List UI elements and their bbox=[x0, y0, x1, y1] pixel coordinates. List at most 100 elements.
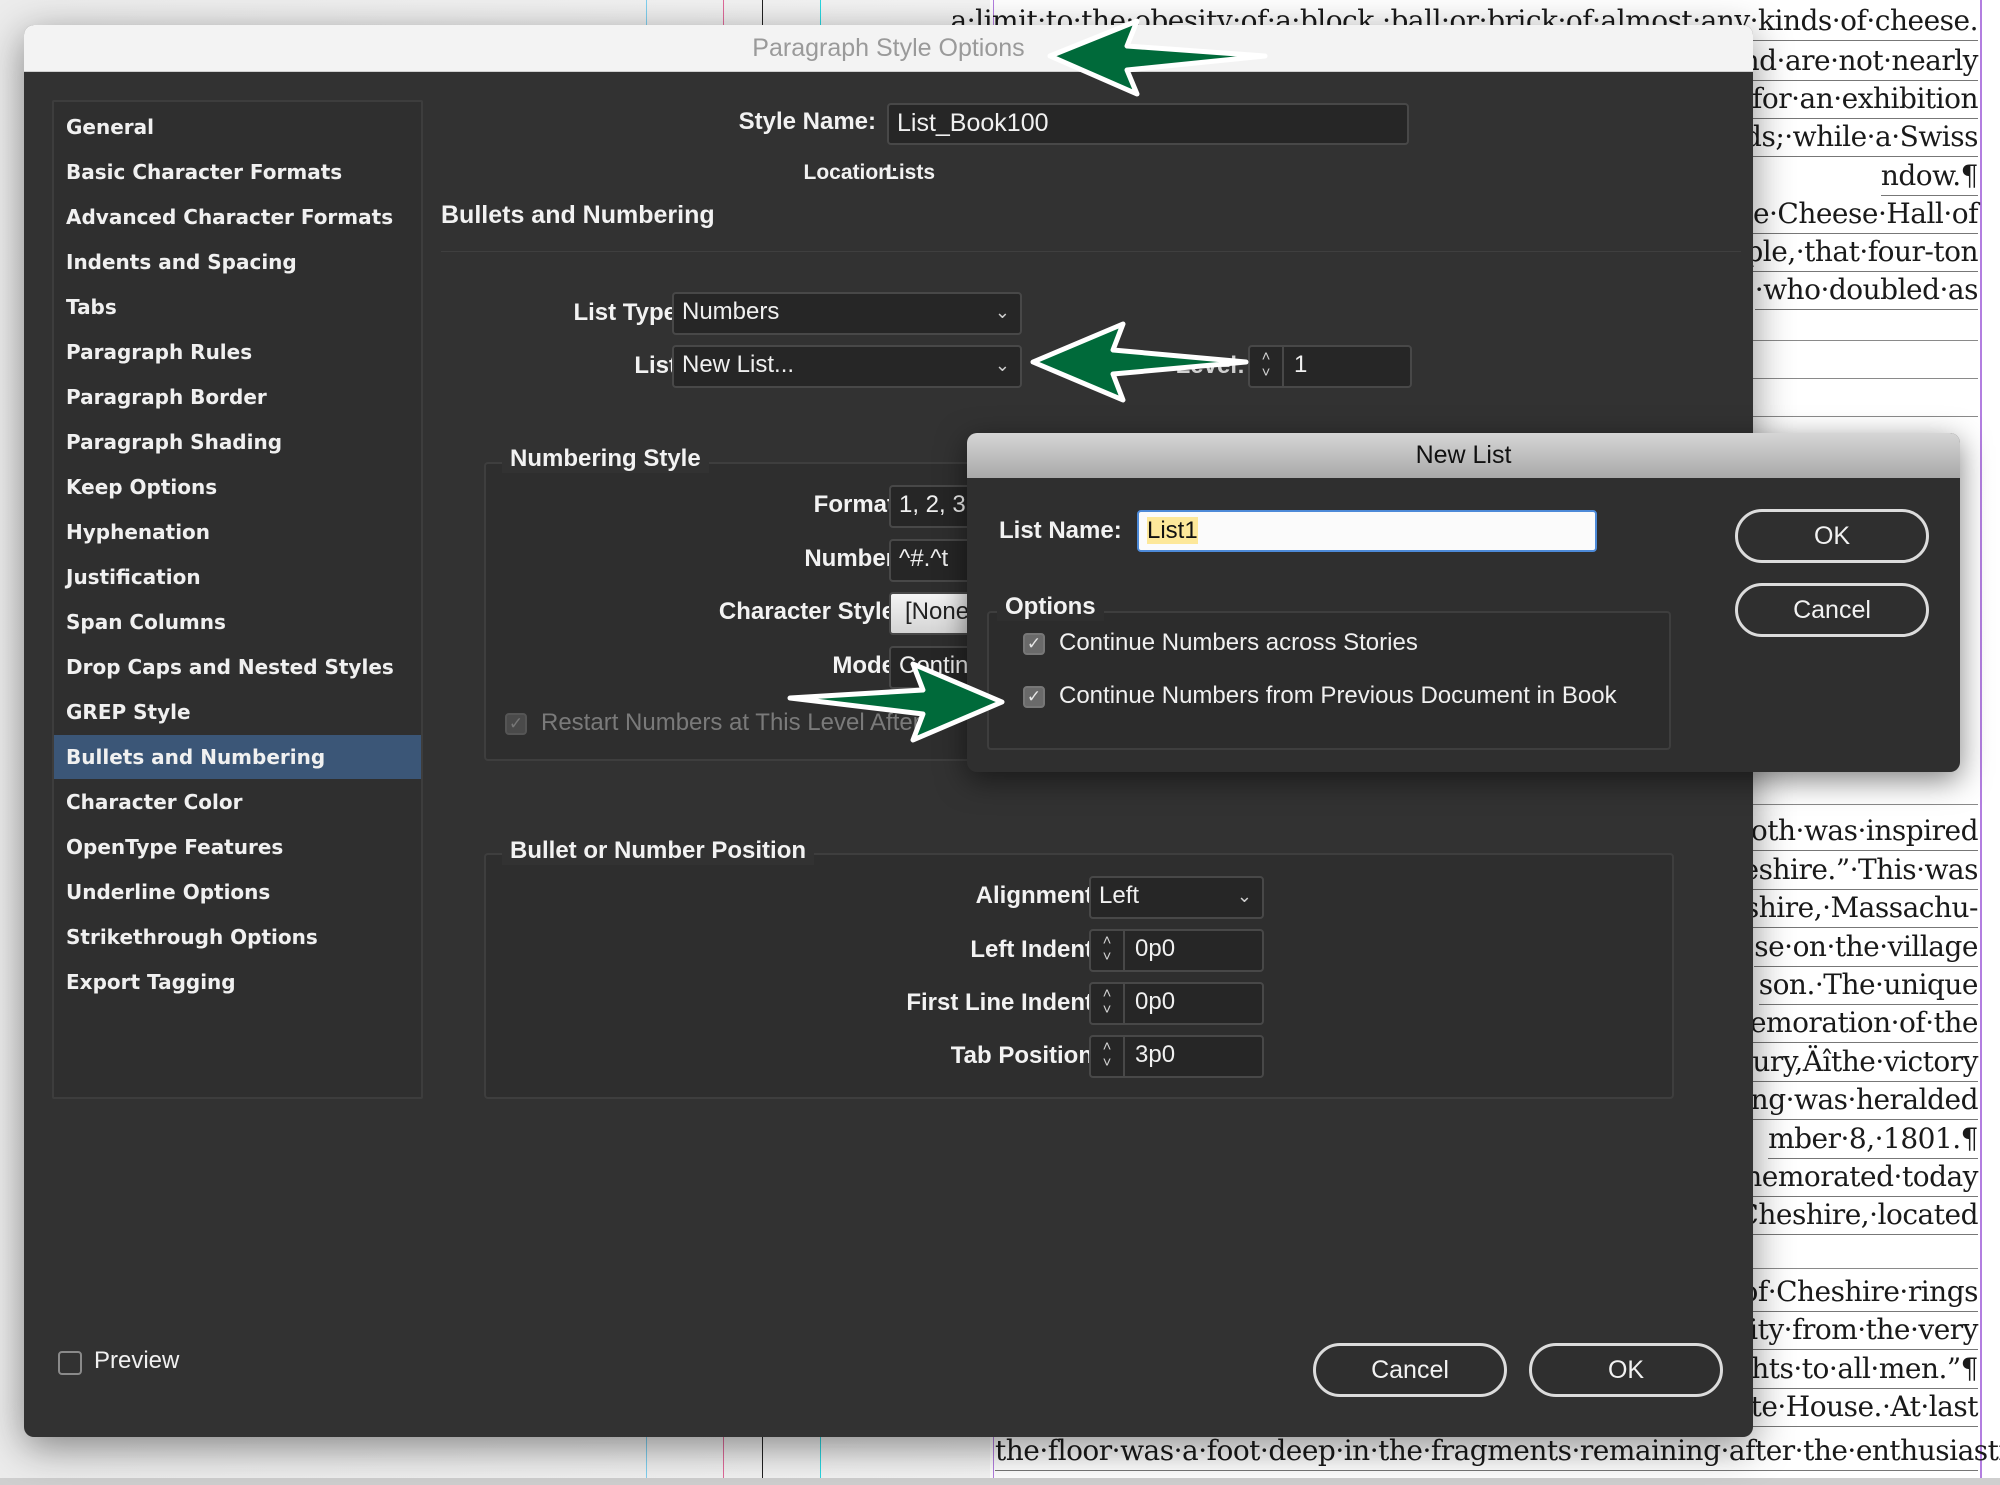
stepper-arrows-icon[interactable]: ˄ ˅ bbox=[1091, 1037, 1125, 1076]
location-value: Lists bbox=[886, 161, 936, 184]
sidebar-item-opentype-features[interactable]: OpenType Features bbox=[54, 825, 421, 869]
sidebar-item-character-color[interactable]: Character Color bbox=[54, 780, 421, 824]
doc-line: ds;·while·a·Swiss bbox=[1744, 118, 1978, 157]
window-bottom-edge bbox=[0, 1478, 2000, 1485]
numbering-style-title: Numbering Style bbox=[502, 445, 709, 473]
sidebar-item-indents-and-spacing[interactable]: Indents and Spacing bbox=[54, 240, 421, 284]
new-list-ok-button[interactable]: OK bbox=[1735, 509, 1929, 563]
sidebar-item-grep-style[interactable]: GREP Style bbox=[54, 690, 421, 734]
section-separator bbox=[441, 251, 1741, 252]
stepper-arrows-icon[interactable]: ˄ ˅ bbox=[1091, 984, 1125, 1023]
list-type-select[interactable]: Numbers ⌄ bbox=[672, 292, 1022, 335]
doc-line: of·Cheshire·rings bbox=[1741, 1273, 1978, 1312]
preview-checkbox[interactable] bbox=[58, 1351, 82, 1375]
doc-line: e·Cheese·Hall·of bbox=[1752, 195, 1979, 234]
continue-from-previous-document-label: Continue Numbers from Previous Document … bbox=[1059, 682, 1617, 709]
chevron-down-icon: ⌄ bbox=[1236, 886, 1252, 906]
list-name-label: List Name: bbox=[999, 517, 1122, 544]
doc-line: ity·from·the·very bbox=[1749, 1311, 1978, 1350]
style-name-label: Style Name: bbox=[738, 108, 876, 135]
new-list-cancel-button[interactable]: Cancel bbox=[1735, 583, 1929, 637]
doc-line: ple,·that·four-ton bbox=[1745, 233, 1978, 272]
left-indent-label: Left Indent: bbox=[970, 936, 1101, 963]
doc-line: ·who·doubled·as bbox=[1754, 271, 1979, 310]
restart-numbers-checkbox[interactable]: ✓ bbox=[505, 713, 527, 735]
continue-across-stories-label: Continue Numbers across Stories bbox=[1059, 629, 1418, 656]
tab-position-stepper[interactable]: ˄ ˅ 3p0 bbox=[1089, 1035, 1264, 1078]
sidebar-item-span-columns[interactable]: Span Columns bbox=[54, 600, 421, 644]
left-indent-stepper[interactable]: ˄ ˅ 0p0 bbox=[1089, 929, 1264, 972]
character-style-value: [None] bbox=[905, 598, 976, 625]
sidebar-item-paragraph-border[interactable]: Paragraph Border bbox=[54, 375, 421, 419]
style-name-value: List_Book100 bbox=[897, 109, 1049, 137]
character-style-label: Character Style: bbox=[718, 598, 903, 625]
doc-line: nemoration·of·the bbox=[1732, 1004, 1978, 1043]
sidebar-item-bullets-and-numbering[interactable]: Bullets and Numbering bbox=[54, 735, 421, 779]
sidebar-item-hyphenation[interactable]: Hyphenation bbox=[54, 510, 421, 554]
doc-line: nemorated·today bbox=[1744, 1158, 1978, 1197]
first-line-indent-label: First Line Indent: bbox=[906, 989, 1101, 1016]
doc-line: Cheshire,·located bbox=[1737, 1196, 1978, 1235]
stepper-arrows-icon[interactable]: ˄ ˅ bbox=[1250, 347, 1284, 386]
doc-line: ing·was·heralded bbox=[1742, 1081, 1978, 1120]
margin-guide bbox=[1980, 0, 1982, 1485]
doc-line: mber·8,·1801.¶ bbox=[1768, 1120, 1978, 1159]
category-sidebar: General Basic Character Formats Advanced… bbox=[52, 100, 423, 1099]
doc-line: ndow.¶ bbox=[1880, 157, 1979, 196]
new-list-dialog: New List List Name: List1 Options ✓ Cont… bbox=[967, 433, 1960, 772]
doc-line: se·on·the·village bbox=[1754, 928, 1978, 967]
sidebar-item-justification[interactable]: Justification bbox=[54, 555, 421, 599]
chevron-down-icon: ⌄ bbox=[994, 355, 1010, 375]
sidebar-item-paragraph-rules[interactable]: Paragraph Rules bbox=[54, 330, 421, 374]
sidebar-item-keep-options[interactable]: Keep Options bbox=[54, 465, 421, 509]
preview-label: Preview bbox=[94, 1347, 180, 1374]
sidebar-item-strikethrough-options[interactable]: Strikethrough Options bbox=[54, 915, 421, 959]
sidebar-item-general[interactable]: General bbox=[54, 105, 421, 149]
doc-line: son.·The·unique bbox=[1758, 966, 1979, 1005]
sidebar-item-export-tagging[interactable]: Export Tagging bbox=[54, 960, 421, 1004]
list-name-value: List1 bbox=[1147, 517, 1198, 544]
doc-line: the·floor·was·a·foot·deep·in·the·fragmen… bbox=[995, 1432, 2000, 1471]
first-line-indent-value: 0p0 bbox=[1135, 988, 1176, 1015]
dialog-title: Paragraph Style Options bbox=[752, 34, 1025, 62]
doc-line: ury,Äîthe·victory bbox=[1752, 1043, 1978, 1082]
doc-line: oth·was·inspired bbox=[1750, 812, 1979, 851]
annotation-arrow-right-icon bbox=[787, 661, 1005, 743]
number-value: ^#.^t bbox=[899, 545, 949, 572]
continue-across-stories-checkbox[interactable]: ✓ bbox=[1023, 633, 1045, 655]
dialog-title: New List bbox=[1415, 441, 1512, 469]
alignment-select[interactable]: Left ⌄ bbox=[1089, 876, 1264, 919]
style-name-input[interactable]: List_Book100 bbox=[887, 103, 1409, 145]
first-line-indent-stepper[interactable]: ˄ ˅ 0p0 bbox=[1089, 982, 1264, 1025]
annotation-arrow-left-icon bbox=[1047, 18, 1268, 97]
left-indent-value: 0p0 bbox=[1135, 935, 1176, 962]
sidebar-item-advanced-character-formats[interactable]: Advanced Character Formats bbox=[54, 195, 421, 239]
doc-line: te·House.·At·last bbox=[1750, 1388, 1979, 1427]
tab-position-value: 3p0 bbox=[1135, 1041, 1176, 1068]
level-value: 1 bbox=[1294, 351, 1308, 378]
sidebar-item-paragraph-shading[interactable]: Paragraph Shading bbox=[54, 420, 421, 464]
continue-from-previous-document-checkbox[interactable]: ✓ bbox=[1023, 686, 1045, 708]
list-select[interactable]: New List... ⌄ bbox=[672, 345, 1022, 388]
section-title: Bullets and Numbering bbox=[441, 201, 715, 229]
doc-line: shire,·Massachu- bbox=[1744, 889, 1979, 928]
bullet-number-position-title: Bullet or Number Position bbox=[502, 837, 815, 865]
list-type-label: List Type: bbox=[573, 299, 685, 326]
format-value: 1, 2, 3 bbox=[899, 491, 966, 518]
sidebar-item-underline-options[interactable]: Underline Options bbox=[54, 870, 421, 914]
level-stepper[interactable]: ˄ ˅ 1 bbox=[1248, 345, 1412, 388]
cancel-button[interactable]: Cancel bbox=[1313, 1343, 1507, 1397]
ok-button[interactable]: OK bbox=[1529, 1343, 1723, 1397]
options-title: Options bbox=[997, 593, 1104, 621]
chevron-down-icon: ⌄ bbox=[994, 302, 1010, 322]
sidebar-item-drop-caps-and-nested-styles[interactable]: Drop Caps and Nested Styles bbox=[54, 645, 421, 689]
sidebar-item-tabs[interactable]: Tabs bbox=[54, 285, 421, 329]
alignment-label: Alignment: bbox=[975, 882, 1101, 909]
sidebar-item-basic-character-formats[interactable]: Basic Character Formats bbox=[54, 150, 421, 194]
stepper-arrows-icon[interactable]: ˄ ˅ bbox=[1091, 931, 1125, 970]
location-label: Location: bbox=[803, 161, 899, 184]
list-name-input[interactable]: List1 bbox=[1137, 510, 1597, 552]
doc-line: eshire.”·This·was bbox=[1742, 851, 1979, 890]
doc-line: nd·are·not·nearly bbox=[1741, 42, 1979, 81]
list-type-value: Numbers bbox=[682, 298, 780, 325]
